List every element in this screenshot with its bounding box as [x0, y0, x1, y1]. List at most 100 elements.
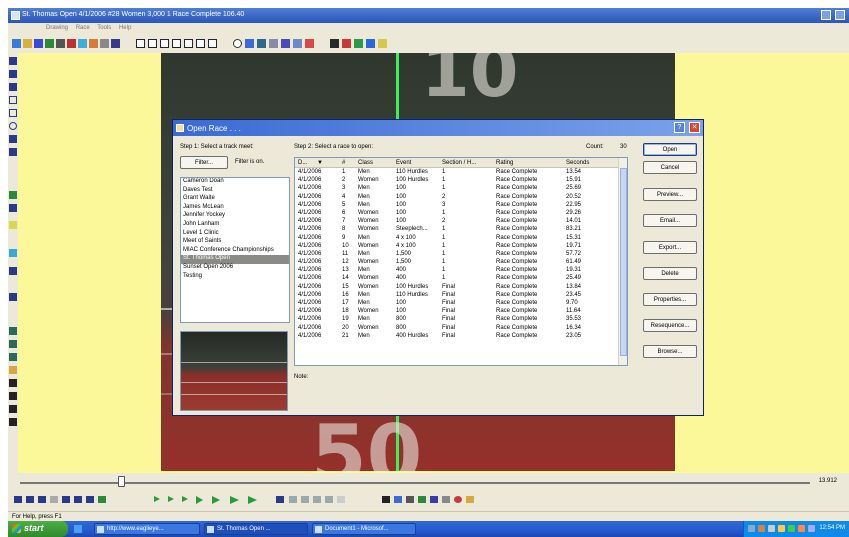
meet-list-item[interactable]: Sunset Open 2006	[181, 264, 289, 273]
menu-tools[interactable]: Tools	[97, 25, 111, 31]
table-row[interactable]: 4/1/2006 15 Women 100 Hurdles Final Race Comp…	[295, 283, 627, 291]
layer3-icon[interactable]	[9, 405, 17, 413]
arc-icon[interactable]	[9, 135, 17, 143]
save-icon[interactable]	[34, 39, 43, 48]
person-green-icon[interactable]	[418, 496, 426, 503]
pencil-icon[interactable]	[9, 70, 17, 78]
menu-drawing[interactable]: Drawing	[46, 25, 68, 31]
tray-monitor-icon[interactable]	[768, 525, 775, 532]
print-icon[interactable]	[56, 39, 65, 48]
delete-button[interactable]: Delete	[643, 267, 697, 280]
layer-icon[interactable]	[9, 379, 17, 387]
table-row[interactable]: 4/1/2006 5 Men 100 3 Race Complete 22.95	[295, 201, 627, 209]
zoom-icon[interactable]	[233, 39, 242, 48]
play-max-icon[interactable]	[230, 496, 239, 504]
email-button[interactable]: Email...	[643, 214, 697, 227]
person-blue-icon[interactable]	[430, 496, 438, 503]
column-header-section[interactable]: Section / H...	[442, 160, 476, 166]
rewind-icon[interactable]	[26, 496, 34, 503]
table-row[interactable]: 4/1/2006 9 Men 4 x 100 1 Race Complete 15.31	[295, 234, 627, 242]
meet-list-item[interactable]: Jennifer Yockey	[181, 212, 289, 221]
task-browser[interactable]: http://www.eaglieye...	[94, 523, 200, 535]
column-header-rating[interactable]: Rating	[496, 160, 513, 166]
export-button[interactable]: Export...	[643, 241, 697, 254]
pan-icon[interactable]	[257, 39, 266, 48]
wave-icon[interactable]	[9, 148, 17, 156]
menu-race[interactable]: Race	[76, 25, 90, 31]
column-header-date[interactable]: D...	[298, 160, 307, 166]
tray-network-icon[interactable]	[748, 525, 755, 532]
lock-icon[interactable]	[50, 496, 58, 503]
open-folder-icon[interactable]	[23, 39, 32, 48]
scrollbar-thumb[interactable]	[620, 168, 627, 356]
meet-list-item[interactable]: Testing	[181, 273, 289, 282]
layout-quad-icon[interactable]	[184, 39, 193, 48]
tray-update-icon[interactable]	[788, 525, 795, 532]
table-row[interactable]: 4/1/2006 10 Women 4 x 100 1 Race Complete 19.7…	[295, 242, 627, 250]
speed-icon[interactable]	[276, 496, 284, 503]
meet-list-item[interactable]: John Lanham	[181, 221, 289, 230]
table-row[interactable]: 4/1/2006 13 Men 400 1 Race Complete 19.31	[295, 266, 627, 274]
column-header-seconds[interactable]: Seconds	[566, 160, 589, 166]
menu-help[interactable]: Help	[119, 25, 131, 31]
percent-1-icon[interactable]	[289, 496, 297, 503]
camera-icon[interactable]	[67, 39, 76, 48]
frame-icon[interactable]	[9, 340, 17, 348]
meet-list-item[interactable]: Meet of Saints	[181, 238, 289, 247]
properties-button[interactable]: Properties...	[643, 293, 697, 306]
play-fastest-icon[interactable]	[212, 496, 220, 504]
task-st-thomas-open[interactable]: St. Thomas Open ...	[204, 523, 308, 535]
column-header-number[interactable]: #	[342, 160, 345, 166]
column-header-event[interactable]: Event	[396, 160, 411, 166]
layout-monitor-icon[interactable]	[208, 39, 217, 48]
percent-3-icon[interactable]	[313, 496, 321, 503]
table-scrollbar[interactable]	[618, 158, 627, 365]
snapshot-icon[interactable]	[9, 366, 17, 374]
table-row[interactable]: 4/1/2006 21 Men 400 Hurdles Final Race Comple…	[295, 332, 627, 340]
tray-app-icon[interactable]	[808, 525, 815, 532]
color-icon[interactable]	[9, 249, 17, 257]
timeline-track[interactable]	[20, 482, 810, 484]
table-row[interactable]: 4/1/2006 19 Men 800 Final Race Complete 35.53	[295, 315, 627, 323]
filter-button[interactable]: Filter...	[180, 156, 228, 169]
capture-icon[interactable]	[394, 496, 402, 503]
layout-single-icon[interactable]	[136, 39, 145, 48]
percent-4-icon[interactable]	[325, 496, 333, 503]
sync-icon[interactable]	[98, 496, 106, 503]
maximize-button[interactable]	[835, 10, 845, 20]
new-icon[interactable]	[12, 39, 21, 48]
play-end-icon[interactable]	[248, 496, 257, 504]
tray-speaker-icon[interactable]	[778, 525, 785, 532]
table-row[interactable]: 4/1/2006 7 Women 100 2 Race Complete 14.01	[295, 217, 627, 225]
properties-icon[interactable]	[78, 39, 87, 48]
layer2-icon[interactable]	[9, 392, 17, 400]
record-icon[interactable]	[342, 39, 351, 48]
step-back-icon[interactable]	[38, 496, 46, 503]
highlight-icon[interactable]	[9, 221, 17, 229]
meet-list-item[interactable]: Grant Waite	[181, 195, 289, 204]
video-clip-icon[interactable]	[9, 327, 17, 335]
camera-record-icon[interactable]	[382, 496, 390, 503]
resequence-button[interactable]: Resequence...	[643, 319, 697, 332]
table-row[interactable]: 4/1/2006 14 Women 400 1 Race Complete 25.49	[295, 274, 627, 282]
delete-shape-icon[interactable]	[9, 293, 17, 301]
play-slow-icon[interactable]	[154, 496, 160, 502]
forward-icon[interactable]	[45, 39, 54, 48]
loop-icon[interactable]	[86, 496, 94, 503]
image-icon[interactable]	[378, 39, 387, 48]
grid-icon[interactable]	[442, 496, 450, 503]
table-row[interactable]: 4/1/2006 20 Women 800 Final Race Complete 16.3…	[295, 324, 627, 332]
layout-double-icon[interactable]	[148, 39, 157, 48]
table-row[interactable]: 4/1/2006 8 Women Steeplech... 1 Race Complete…	[295, 225, 627, 233]
audio-icon[interactable]	[366, 39, 375, 48]
browse-button[interactable]: Browse...	[643, 345, 697, 358]
table-row[interactable]: 4/1/2006 11 Men 1,500 1 Race Complete 57.72	[295, 250, 627, 258]
layout-split-icon[interactable]	[160, 39, 169, 48]
tray-messenger-icon[interactable]	[798, 525, 805, 532]
marker-icon[interactable]	[466, 496, 474, 503]
minimize-button[interactable]	[821, 10, 832, 20]
layout-columns-icon[interactable]	[196, 39, 205, 48]
quick-launch-icon[interactable]	[74, 525, 82, 533]
green-flag-icon[interactable]	[354, 39, 363, 48]
meet-list-item[interactable]: Daves Test	[181, 187, 289, 196]
